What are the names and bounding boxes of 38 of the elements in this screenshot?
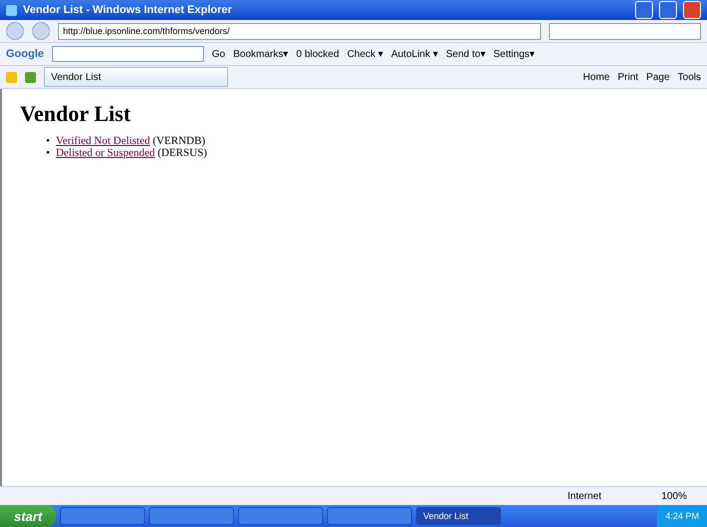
toolbar-logo: Google: [6, 48, 44, 60]
toolbar-item[interactable]: Check ▾: [347, 48, 384, 60]
command-item[interactable]: Print: [618, 72, 638, 82]
bullet: •: [46, 147, 50, 159]
google-search-field[interactable]: [52, 46, 204, 62]
vendor-link[interactable]: Delisted or Suspended: [56, 147, 155, 159]
command-item[interactable]: Page: [646, 72, 670, 82]
browser-tab[interactable]: Vendor List: [44, 67, 228, 87]
maximize-button[interactable]: [659, 1, 677, 19]
bullet: •: [46, 135, 50, 147]
taskbar-button[interactable]: [327, 507, 412, 525]
vendor-code: (VERNDB): [152, 135, 206, 147]
taskbar-button[interactable]: [149, 507, 234, 525]
minimize-button[interactable]: [635, 1, 653, 19]
start-button[interactable]: start: [0, 505, 56, 527]
zoom-control[interactable]: 100%: [661, 490, 687, 502]
taskbar-button[interactable]: [60, 507, 146, 525]
vendor-code: (DERSUS): [158, 147, 208, 159]
window-title: Vendor List - Windows Internet Explorer: [23, 4, 233, 16]
command-item[interactable]: Tools: [678, 72, 701, 82]
toolbar-item[interactable]: AutoLink ▾: [391, 48, 438, 60]
clock: 4:24 PM: [665, 511, 699, 521]
taskbar-button[interactable]: [238, 507, 324, 525]
page-heading: Vendor List: [20, 101, 132, 127]
forward-button[interactable]: [32, 22, 50, 40]
close-button[interactable]: [683, 1, 701, 19]
toolbar-item[interactable]: Send to▾: [446, 48, 486, 60]
back-button[interactable]: [6, 22, 24, 40]
toolbar-item[interactable]: 0 blocked: [296, 48, 340, 60]
zone-label: Internet: [568, 490, 602, 502]
toolbar-item[interactable]: Settings▾: [493, 48, 535, 60]
search-field[interactable]: [549, 22, 701, 40]
vendor-link[interactable]: Verified Not Delisted: [56, 135, 150, 147]
toolbar-item[interactable]: Go: [212, 48, 226, 60]
taskbar-button[interactable]: Vendor List: [416, 507, 502, 525]
command-item[interactable]: Home: [583, 72, 610, 82]
toolbar-item[interactable]: Bookmarks▾: [233, 48, 288, 60]
address-field[interactable]: http://blue.ipsonline.com/thforms/vendors/: [58, 22, 541, 40]
